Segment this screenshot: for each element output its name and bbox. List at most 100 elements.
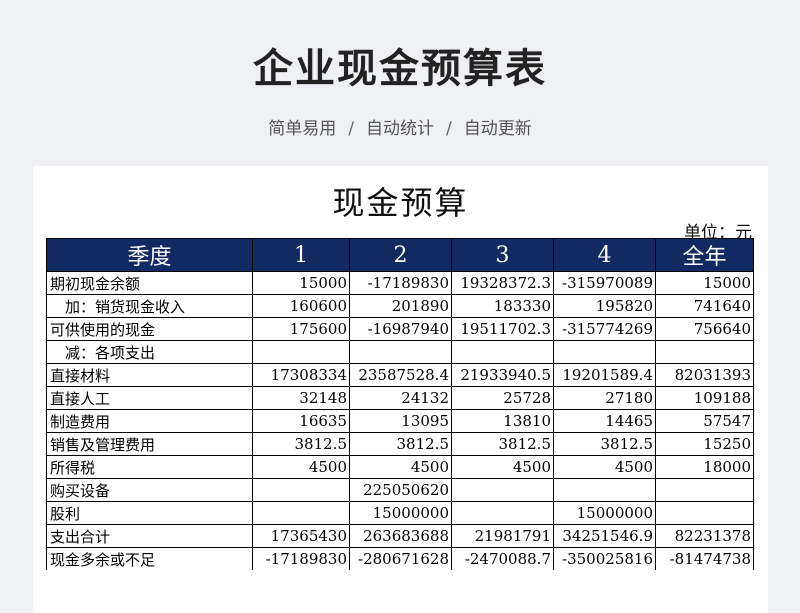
table-cell[interactable]: 24132 [349,386,452,410]
table-cell[interactable]: 15000000 [553,501,656,525]
table-cell[interactable]: 17308334 [252,363,350,387]
table-row: 直接材料 17308334 23587528.4 21933940.5 19201589… [46,363,754,387]
table-cell[interactable]: 109188 [655,386,754,410]
table-cell[interactable]: 225050620 [349,478,452,502]
table-cell[interactable]: 21981791 [451,524,554,548]
row-label[interactable]: 所得税 [46,455,253,479]
row-label[interactable]: 可供使用的现金 [46,317,253,341]
header-row: 季度 1 2 3 4 全年 [46,238,754,272]
table-cell[interactable]: -81474738 [655,547,754,570]
table-cell[interactable]: 183330 [451,294,554,318]
column-header: 4 [553,238,656,272]
table-cell[interactable]: 19201589.4 [553,363,656,387]
table-cell[interactable]: 27180 [553,386,656,410]
table-cell[interactable]: -315774269 [553,317,656,341]
subtitle-item: 简单易用 [268,119,337,139]
table-cell[interactable]: 16635 [252,409,350,433]
table-cell[interactable]: -350025816 [553,547,656,570]
table-cell[interactable]: 15000000 [349,501,452,525]
table-cell[interactable]: 15000 [655,271,754,295]
subtitle: 简单易用 / 自动统计 / 自动更新 [0,114,800,139]
table-cell[interactable]: 195820 [553,294,656,318]
table-cell[interactable] [451,340,554,364]
table-cell[interactable]: -315970089 [553,271,656,295]
subtitle-separator: / [348,119,354,139]
table-cell[interactable]: 160600 [252,294,350,318]
row-label[interactable]: 股利 [46,501,253,525]
table-cell[interactable] [349,340,452,364]
subtitle-item: 自动统计 [366,119,434,139]
table-cell[interactable] [553,478,656,502]
table-cell[interactable] [655,501,754,525]
table-row: 直接人工 32148 24132 25728 27180 109188 [46,386,754,410]
table-cell[interactable]: 14465 [553,409,656,433]
table-cell[interactable] [655,340,754,364]
table-row: 现金多余或不足 -17189830 -280671628 -2470088.7 -350… [46,547,754,570]
table-row: 可供使用的现金 175600 -16987940 19511702.3 -3157742… [46,317,754,341]
table-cell[interactable]: 201890 [349,294,452,318]
table-cell[interactable]: 25728 [451,386,554,410]
table-row: 股利 15000000 15000000 [46,501,754,525]
table-cell[interactable]: 34251546.9 [553,524,656,548]
column-header: 全年 [655,238,754,272]
row-label[interactable]: 直接人工 [46,386,253,410]
table-cell[interactable]: 3812.5 [349,432,452,456]
table-cell[interactable]: 4500 [252,455,350,479]
table-cell[interactable]: 57547 [655,409,754,433]
table-cell[interactable]: -16987940 [349,317,452,341]
table-cell[interactable]: 13810 [451,409,554,433]
table-cell[interactable]: 19511702.3 [451,317,554,341]
table-cell[interactable]: 175600 [252,317,350,341]
table-body: 期初现金余额 15000 -17189830 19328372.3 -315970089… [46,271,754,570]
table-cell[interactable]: 21933940.5 [451,363,554,387]
row-label[interactable]: 期初现金余额 [46,271,253,295]
row-label[interactable]: 减：各项支出 [46,340,253,364]
table-cell[interactable]: 15000 [252,271,350,295]
row-label[interactable]: 销售及管理费用 [46,432,253,456]
table-cell[interactable]: 82231378 [655,524,754,548]
table-cell[interactable]: -17189830 [349,271,452,295]
table-row: 减：各项支出 [46,340,754,364]
row-label[interactable]: 制造费用 [46,409,253,433]
table-cell[interactable]: 82031393 [655,363,754,387]
table-row: 购买设备 225050620 [46,478,754,502]
table-cell[interactable]: 23587528.4 [349,363,452,387]
table-cell[interactable]: 13095 [349,409,452,433]
table-cell[interactable] [553,340,656,364]
table-cell[interactable]: -2470088.7 [451,547,554,570]
row-label[interactable]: 支出合计 [46,524,253,548]
table-cell[interactable]: 32148 [252,386,350,410]
table-cell[interactable]: 4500 [451,455,554,479]
table-cell[interactable] [451,478,554,502]
table-cell[interactable] [655,478,754,502]
table-cell[interactable]: 17365430 [252,524,350,548]
table-cell[interactable]: 3812.5 [252,432,350,456]
page-title: 企业现金预算表 [253,46,547,92]
table-cell[interactable] [252,478,350,502]
budget-table: 季度 1 2 3 4 全年 期初现金余额 15000 -17189830 19328372.3-… [46,238,754,570]
table-cell[interactable]: -17189830 [252,547,350,570]
table-cell[interactable]: 263683688 [349,524,452,548]
table-cell[interactable]: 4500 [349,455,452,479]
row-label[interactable]: 直接材料 [46,363,253,387]
table-cell[interactable]: 3812.5 [451,432,554,456]
subtitle-item: 自动更新 [463,119,532,139]
table-cell[interactable]: 19328372.3 [451,271,554,295]
table-cell[interactable]: 741640 [655,294,754,318]
row-label[interactable]: 现金多余或不足 [46,547,253,570]
table-cell[interactable]: 18000 [655,455,754,479]
table-cell[interactable]: 756640 [655,317,754,341]
table-cell[interactable]: 4500 [553,455,656,479]
table-cell[interactable]: 15250 [655,432,754,456]
table-row: 期初现金余额 15000 -17189830 19328372.3 -315970089… [46,271,754,295]
table-cell[interactable]: -280671628 [349,547,452,570]
table-cell[interactable] [252,340,350,364]
subtitle-separator: / [446,119,452,139]
row-label[interactable]: 购买设备 [46,478,253,502]
table-cell[interactable] [451,501,554,525]
column-header: 3 [451,238,554,272]
table-cell[interactable] [252,501,350,525]
table-cell[interactable]: 3812.5 [553,432,656,456]
spreadsheet-card: 现金预算 单位：元 季度 1 2 3 4 全年 期初现金余额 15000 -17189830 1… [33,166,768,613]
row-label[interactable]: 加：销货现金收入 [46,294,253,318]
